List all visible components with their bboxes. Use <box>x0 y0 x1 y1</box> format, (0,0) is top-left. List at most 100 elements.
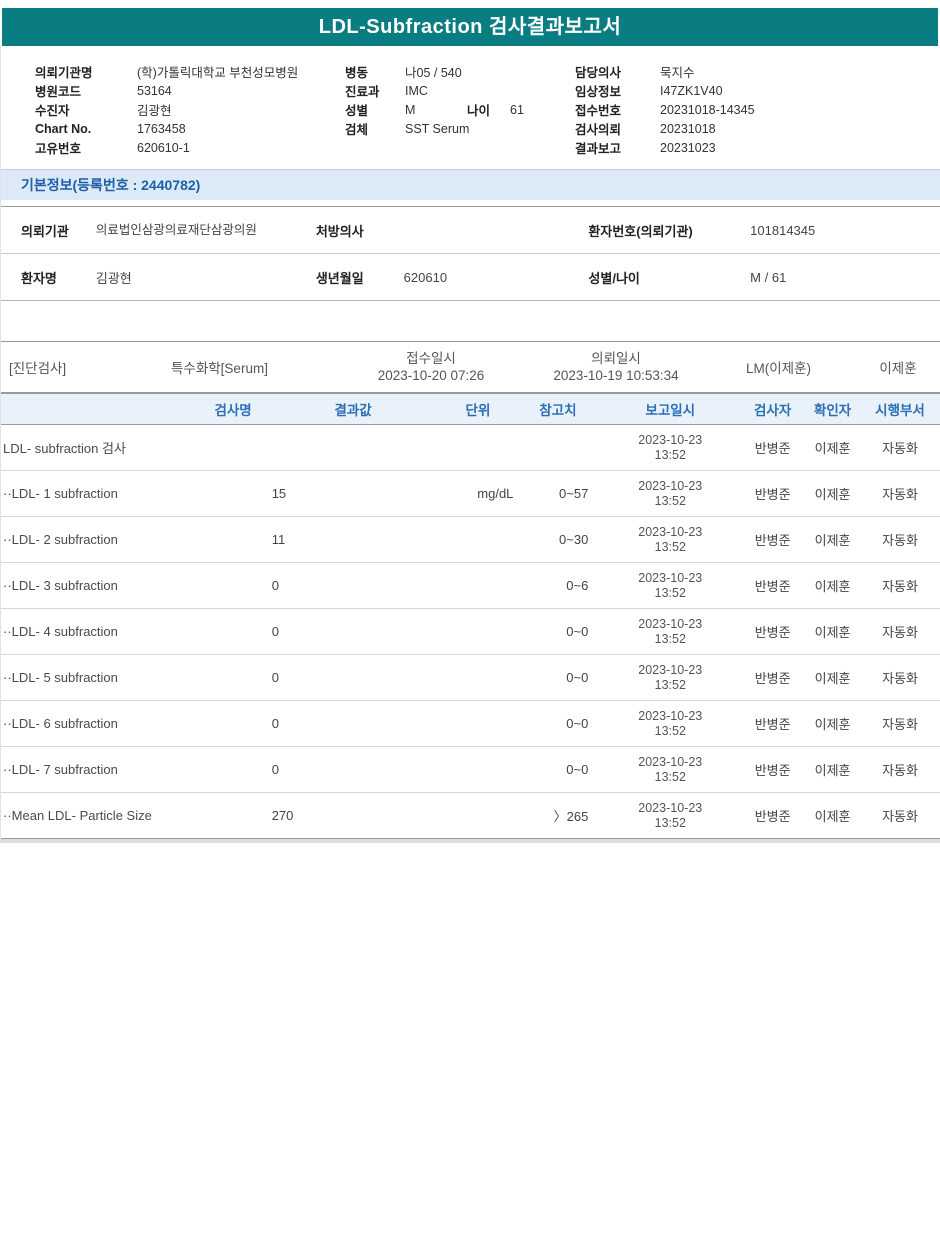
result-row: ··LDL- 7 subfraction 0 0~0 2023-10-23 13… <box>1 747 940 793</box>
field-label: 수진자 <box>35 100 137 119</box>
test-name: ··LDL- 3 subfraction <box>1 563 266 609</box>
report-time: 13:52 <box>600 494 740 509</box>
field-value <box>404 207 589 254</box>
test-name: ··Mean LDL- Particle Size <box>1 793 266 839</box>
col-result: 결과값 <box>266 394 441 425</box>
result-value: 0 <box>266 655 441 701</box>
col-test-name: 검사명 <box>1 394 266 425</box>
header-field: 병원코드 53164 <box>35 81 345 100</box>
test-name: ··LDL- 7 subfraction <box>1 747 266 793</box>
field-value: I47ZK1V40 <box>660 84 723 98</box>
header-field: 결과보고 20231023 <box>575 138 940 157</box>
field-label: 성별/나이 <box>588 254 750 301</box>
field-value: 1763458 <box>137 122 186 136</box>
result-unit <box>440 701 515 747</box>
result-unit <box>440 793 515 839</box>
verifier: 이제훈 <box>805 793 860 839</box>
report-time: 13:52 <box>600 724 740 739</box>
report-page: LDL-Subfraction 검사결과보고서 의뢰기관명 (학)가톨릭대학교 … <box>0 0 940 843</box>
verifier: 이제훈 <box>805 747 860 793</box>
result-value: 11 <box>266 517 441 563</box>
result-unit: mg/dL <box>440 471 515 517</box>
result-row: ··LDL- 1 subfraction 15 mg/dL 0~57 2023-… <box>1 471 940 517</box>
technician: 반병준 <box>740 563 805 609</box>
field-label: 병동 <box>345 62 405 81</box>
report-date: 2023-10-23 <box>600 571 740 586</box>
field-label: 환자번호(의뢰기관) <box>588 207 750 254</box>
field-value: 묵지수 <box>660 62 695 81</box>
field-label: 결과보고 <box>575 138 660 157</box>
report-date: 2023-10-23 <box>600 617 740 632</box>
verifier: 이제훈 <box>805 517 860 563</box>
result-row: LDL- subfraction 검사 2023-10-23 13:52 반병준… <box>1 425 940 471</box>
col-reference: 참고치 <box>515 394 600 425</box>
result-row: ··LDL- 2 subfraction 11 0~30 2023-10-23 … <box>1 517 940 563</box>
department: 자동화 <box>860 793 940 839</box>
report-body: 의뢰기관명 (학)가톨릭대학교 부천성모병원 병원코드 53164 수진자 김광… <box>0 46 940 843</box>
technician: 반병준 <box>740 701 805 747</box>
technician: 반병준 <box>740 655 805 701</box>
basic-info-section-title: 기본정보(등록번호 : 2440782) <box>1 170 940 200</box>
lab-name: LM(이제훈) <box>701 357 856 377</box>
header-field: 병동 나05 / 540 <box>345 62 575 81</box>
header-field: 담당의사 묵지수 <box>575 62 940 81</box>
ordering-org-value: 의료법인삼광의료재단삼광의원 <box>96 222 274 238</box>
patient-header: 의뢰기관명 (학)가톨릭대학교 부천성모병원 병원코드 53164 수진자 김광… <box>1 46 940 169</box>
field-value: M / 61 <box>750 254 940 301</box>
basic-info-row: 환자명 김광현 생년월일 620610 성별/나이 M / 61 <box>1 254 940 301</box>
report-date: 2023-10-23 <box>600 709 740 724</box>
results-table: 검사명 결과값 단위 참고치 보고일시 검사자 확인자 시행부서 LDL- su… <box>1 393 940 839</box>
col-department: 시행부서 <box>860 394 940 425</box>
results-header-row: 검사명 결과값 단위 참고치 보고일시 검사자 확인자 시행부서 <box>1 394 940 425</box>
field-value: 김광현 <box>137 100 172 119</box>
verifier: 이제훈 <box>805 655 860 701</box>
technician: 반병준 <box>740 517 805 563</box>
field-value: 620610 <box>404 254 589 301</box>
reference-range <box>515 425 600 471</box>
approver-name: 이제훈 <box>856 357 940 377</box>
reference-range: 0~0 <box>515 655 600 701</box>
technician: 반병준 <box>740 793 805 839</box>
report-datetime: 2023-10-23 13:52 <box>600 793 740 839</box>
result-value: 0 <box>266 563 441 609</box>
results-header: 검사명 결과값 단위 참고치 보고일시 검사자 확인자 시행부서 <box>1 394 940 425</box>
header-column-right: 담당의사 묵지수 임상정보 I47ZK1V40 접수번호 20231018-14… <box>575 62 940 157</box>
department: 자동화 <box>860 425 940 471</box>
report-date: 2023-10-23 <box>600 433 740 448</box>
field-value: 53164 <box>137 84 172 98</box>
result-value: 270 <box>266 793 441 839</box>
report-date: 2023-10-23 <box>600 755 740 770</box>
header-field: 접수번호 20231018-14345 <box>575 100 940 119</box>
field-label: 검체 <box>345 119 405 138</box>
field-value: 620610-1 <box>137 141 190 155</box>
result-row: ··LDL- 3 subfraction 0 0~6 2023-10-23 13… <box>1 563 940 609</box>
order-section: 특수화학[Serum] <box>161 357 331 377</box>
results-body: LDL- subfraction 검사 2023-10-23 13:52 반병준… <box>1 425 940 839</box>
report-datetime: 2023-10-23 13:52 <box>600 609 740 655</box>
header-field: 고유번호 620610-1 <box>35 138 345 157</box>
field-label: 검사의뢰 <box>575 119 660 138</box>
header-field: 검체 SST Serum <box>345 119 575 138</box>
col-unit: 단위 <box>440 394 515 425</box>
field-value: 101814345 <box>750 207 940 254</box>
basic-info-table: 의뢰기관 의료법인삼광의료재단삼광의원 처방의사 환자번호(의뢰기관) 1018… <box>1 206 940 301</box>
technician: 반병준 <box>740 609 805 655</box>
department: 자동화 <box>860 747 940 793</box>
reference-range: 0~30 <box>515 517 600 563</box>
department: 자동화 <box>860 701 940 747</box>
header-field: 성별 M 나이 61 <box>345 100 575 119</box>
field-label: Chart No. <box>35 122 137 136</box>
order-strip: [진단검사] 특수화학[Serum] 접수일시 2023-10-20 07:26… <box>1 341 940 393</box>
field-label: 성별 <box>345 100 405 119</box>
technician: 반병준 <box>740 471 805 517</box>
report-date: 2023-10-23 <box>600 525 740 540</box>
report-time: 13:52 <box>600 632 740 647</box>
field-value: 의료법인삼광의료재단삼광의원 <box>96 207 316 254</box>
result-value: 0 <box>266 701 441 747</box>
result-row: ··LDL- 6 subfraction 0 0~0 2023-10-23 13… <box>1 701 940 747</box>
result-value: 0 <box>266 747 441 793</box>
field-label: 고유번호 <box>35 138 137 157</box>
result-value: 0 <box>266 609 441 655</box>
report-datetime: 2023-10-23 13:52 <box>600 747 740 793</box>
technician: 반병준 <box>740 747 805 793</box>
